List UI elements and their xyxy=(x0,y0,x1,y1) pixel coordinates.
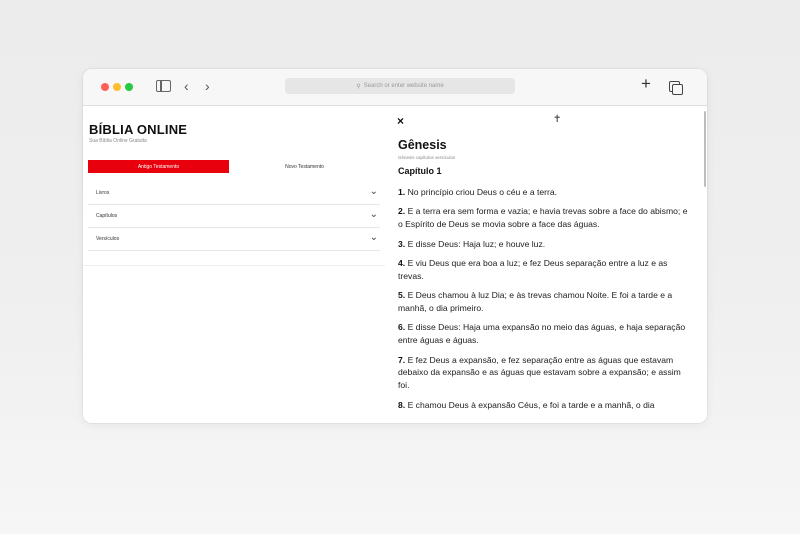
verse: 4. E viu Deus que era boa a luz; e fez D… xyxy=(398,257,693,283)
verse-number: 8. xyxy=(398,399,406,410)
verse-list: 1. No princípio criou Deus o céu e a ter… xyxy=(398,186,693,418)
verse: 6. E disse Deus: Haja uma expansão no me… xyxy=(398,321,693,347)
maximize-window-button[interactable] xyxy=(125,83,133,91)
verse-text: No princípio criou Deus o céu e a terra. xyxy=(407,187,558,197)
book-title: Gênesis xyxy=(398,138,447,152)
verse-number: 7. xyxy=(398,354,406,365)
reader-scrollbar[interactable] xyxy=(704,111,706,187)
verse-text: E a terra era sem forma e vazia; e havia… xyxy=(398,206,688,230)
verse: 3. E disse Deus: Haja luz; e houve luz. xyxy=(398,238,693,251)
tab-antigo-testamento[interactable]: Antigo Testamento xyxy=(88,160,229,173)
search-icon: ⚲ xyxy=(356,83,361,90)
book-subtitle: Gênesis capítulos versículos xyxy=(398,155,456,160)
tab-novo-testamento[interactable]: Novo Testamento xyxy=(234,160,375,173)
verse-number: 5. xyxy=(398,290,406,301)
address-placeholder: Search or enter website name xyxy=(363,83,444,89)
verse-number: 4. xyxy=(398,257,406,268)
sidebar-toggle-icon[interactable] xyxy=(156,80,171,92)
verse: 1. No princípio criou Deus o céu e a ter… xyxy=(398,186,693,199)
verse-number: 1. xyxy=(398,187,406,197)
tab-overview-icon[interactable] xyxy=(669,81,683,95)
verse-text: E Deus chamou à luz Dia; e às trevas cha… xyxy=(398,290,673,313)
close-window-button[interactable] xyxy=(101,83,109,91)
verse: 5. E Deus chamou à luz Dia; e às trevas … xyxy=(398,289,693,315)
chapter-heading: Capítulo 1 xyxy=(398,166,442,176)
dropdown-label: Livros xyxy=(96,190,110,196)
back-icon[interactable]: ‹ xyxy=(184,79,189,93)
dropdown-label: Capítulos xyxy=(96,213,118,219)
close-icon[interactable]: × xyxy=(397,114,404,128)
address-bar[interactable]: ⚲ Search or enter website name xyxy=(285,78,515,94)
dropdown-label: Versículos xyxy=(96,236,120,242)
verse-text: E chamou Deus à expansão Céus, e foi a t… xyxy=(407,399,655,410)
chevron-down-icon: ⌄ xyxy=(369,232,378,243)
verse: 8. E chamou Deus à expansão Céus, e foi … xyxy=(398,399,693,412)
verse: 2. E a terra era sem forma e vazia; e ha… xyxy=(398,205,693,231)
new-tab-icon[interactable]: + xyxy=(641,75,651,92)
minimize-window-button[interactable] xyxy=(113,83,121,91)
browser-window: ‹ › ⚲ Search or enter website name + BÍB… xyxy=(83,69,707,423)
verse-number: 2. xyxy=(398,206,406,217)
dropdown-livros[interactable]: Livros ⌄ xyxy=(88,182,380,205)
divider xyxy=(83,265,385,266)
cross-icon: ✝ xyxy=(553,114,562,125)
verse-text: E disse Deus: Haja uma expansão no meio … xyxy=(398,322,686,346)
dropdown-versiculos[interactable]: Versículos ⌄ xyxy=(88,228,380,251)
verse-number: 3. xyxy=(398,238,406,249)
site-subtitle: Sua Bíblia Online Gratuita xyxy=(89,138,147,144)
chevron-down-icon: ⌄ xyxy=(369,186,378,197)
chevron-down-icon: ⌄ xyxy=(369,209,378,220)
verse: 7. E fez Deus a expansão, e fez separaçã… xyxy=(398,354,693,392)
verse-text: E fez Deus a expansão, e fez separação e… xyxy=(398,354,681,391)
site-title: BÍBLIA ONLINE xyxy=(89,122,188,137)
verse-number: 6. xyxy=(398,322,406,333)
verse-text: E disse Deus: Haja luz; e houve luz. xyxy=(407,238,546,249)
reader-panel: × ✝ Gênesis Gênesis capítulos versículos… xyxy=(385,106,707,423)
dropdown-capitulos[interactable]: Capítulos ⌄ xyxy=(88,205,380,228)
verse-text: E viu Deus que era boa a luz; e fez Deus… xyxy=(398,257,668,281)
forward-icon[interactable]: › xyxy=(205,79,210,93)
navigation-panel: BÍBLIA ONLINE Sua Bíblia Online Gratuita… xyxy=(83,106,385,423)
browser-toolbar: ‹ › ⚲ Search or enter website name + xyxy=(83,69,707,106)
